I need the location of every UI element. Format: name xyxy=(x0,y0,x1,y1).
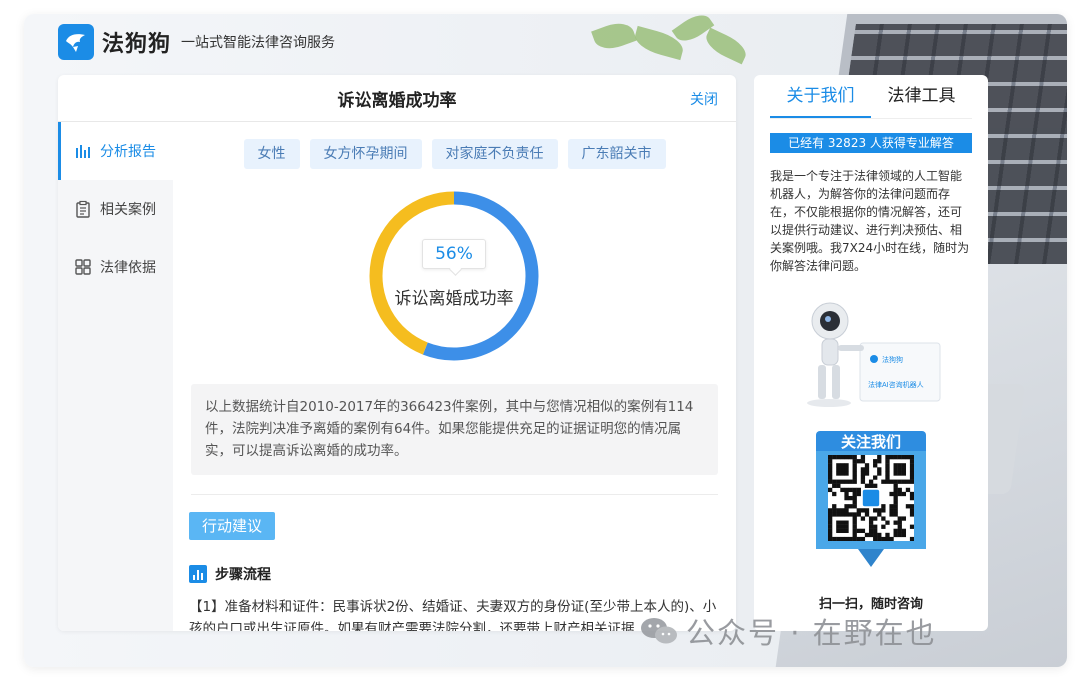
about-description: 我是一个专注于法律领域的人工智能机器人，为解答你的法律问题而存在，不仅能根据你的… xyxy=(770,169,970,273)
case-tag[interactable]: 女性 xyxy=(243,139,300,169)
card-title: 诉讼离婚成功率 xyxy=(337,90,457,111)
donut-svg xyxy=(369,191,539,361)
success-rate-donut-chart: 56% 诉讼离婚成功率 xyxy=(366,188,542,364)
qr-title: 关注我们 xyxy=(816,431,926,453)
about-panel: 关于我们 法律工具 已经有 32823 人获得专业解答 我是一个专注于法律领域的… xyxy=(754,75,988,631)
donut-slice-remainder xyxy=(369,191,455,355)
brand-logo-icon xyxy=(58,24,94,60)
sidebar-item-label: 分析报告 xyxy=(100,144,156,160)
action-advice-button[interactable]: 行动建议 xyxy=(189,512,275,540)
case-tag[interactable]: 广东韶关市 xyxy=(567,139,666,169)
donut-slice-success xyxy=(422,191,539,361)
user-count-banner: 已经有 32823 人获得专业解答 xyxy=(770,133,972,153)
robot-mascot-image: 法狗狗 法律AI咨询机器人 xyxy=(796,299,946,409)
robot-sign-brand: 法狗狗 xyxy=(882,355,903,364)
robot-sign-text: 法律AI咨询机器人 xyxy=(868,380,924,389)
steps-chart-icon xyxy=(189,565,207,583)
tab-about-us[interactable]: 关于我们 xyxy=(770,75,871,118)
wechat-icon xyxy=(641,618,677,644)
sidebar-item-legal-basis[interactable]: 法律依据 xyxy=(58,238,173,296)
donut-center-label: 诉讼离婚成功率 xyxy=(394,289,514,309)
brand: 法狗狗 一站式智能法律咨询服务 xyxy=(58,24,335,60)
brand-name: 法狗狗 xyxy=(102,32,172,57)
wechat-watermark: 公众号 · 在野在也 xyxy=(640,610,937,652)
sidebar-item-related-cases[interactable]: 相关案例 xyxy=(58,180,173,238)
report-card: 诉讼离婚成功率 关闭 分析报告 相关案例 法律依据 女性 女方怀孕期间 对家庭不… xyxy=(58,75,736,631)
section-divider xyxy=(191,494,718,495)
statistics-summary: 以上数据统计自2010-2017年的366423件案例，其中与您情况相似的案例有… xyxy=(191,384,718,475)
report-content: 女性 女方怀孕期间 对家庭不负责任 广东韶关市 56% 诉讼离婚成功率 以上数据… xyxy=(173,122,736,631)
donut-percentage: 56% xyxy=(422,239,486,269)
tab-legal-tools[interactable]: 法律工具 xyxy=(871,75,972,118)
case-tag[interactable]: 对家庭不负责任 xyxy=(431,139,558,169)
steps-heading: 步骤流程 xyxy=(189,564,271,584)
watermark-text: 公众号 · 在野在也 xyxy=(686,616,937,650)
card-header: 诉讼离婚成功率 关闭 xyxy=(58,75,736,122)
follow-us-qr: 关注我们 xyxy=(816,431,926,573)
clipboard-icon xyxy=(74,200,92,218)
sidebar-item-label: 相关案例 xyxy=(100,202,156,218)
case-tags: 女性 女方怀孕期间 对家庭不负责任 广东韶关市 xyxy=(173,139,736,169)
bar-chart-icon xyxy=(74,142,92,160)
report-sidebar: 分析报告 相关案例 法律依据 xyxy=(58,122,173,631)
brand-slogan: 一站式智能法律咨询服务 xyxy=(181,35,336,51)
case-tag[interactable]: 女方怀孕期间 xyxy=(309,139,422,169)
about-tabs: 关于我们 法律工具 xyxy=(770,75,972,119)
qr-code-image[interactable] xyxy=(828,455,915,542)
grid-icon xyxy=(74,258,92,276)
close-button[interactable]: 关闭 xyxy=(690,89,718,109)
sidebar-item-label: 法律依据 xyxy=(100,260,156,276)
sidebar-item-analysis-report[interactable]: 分析报告 xyxy=(58,122,173,180)
steps-title: 步骤流程 xyxy=(215,567,271,583)
